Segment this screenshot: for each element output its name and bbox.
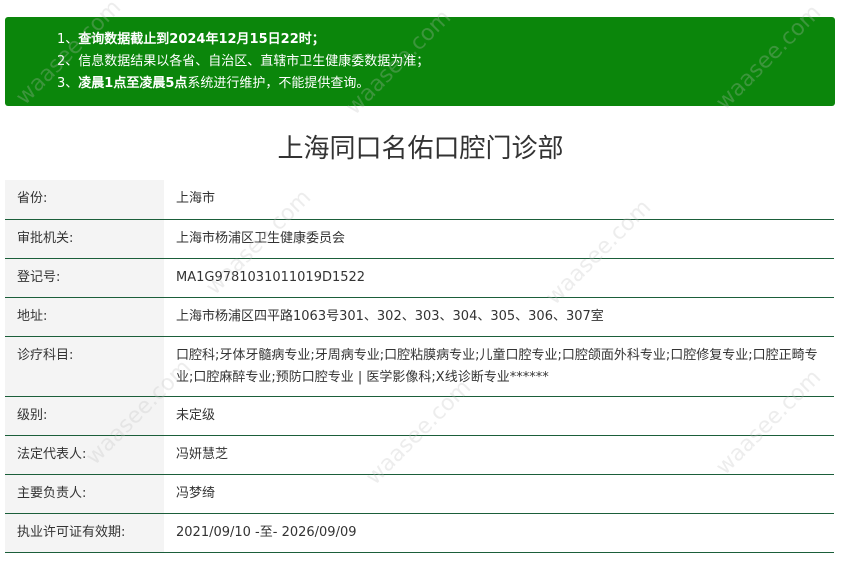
field-value: 上海市 [164, 180, 834, 220]
field-value: 冯妍慧芝 [164, 435, 834, 475]
field-value: 口腔科;牙体牙髓病专业;牙周病专业;口腔粘膜病专业;儿童口腔专业;口腔颌面外科专… [164, 336, 834, 397]
notice-line-3: 3、凌晨1点至凌晨5点系统进行维护，不能提供查询。 [57, 73, 835, 95]
table-row: 法定代表人: 冯妍慧芝 [5, 435, 834, 475]
notice-line-2: 2、信息数据结果以各省、自治区、直辖市卫生健康委数据为准； [57, 51, 835, 73]
notice-number: 1、 [57, 32, 79, 47]
notice-text: 信息数据结果以各省、自治区、直辖市卫生健康委数据为准； [78, 54, 430, 69]
field-value: 2021/09/10 -至- 2026/09/09 [164, 513, 834, 553]
notice-line-1: 1、查询数据截止到2024年12月15日22时； [57, 29, 835, 51]
field-label: 审批机关: [5, 219, 164, 259]
field-label: 级别: [5, 396, 164, 436]
field-label: 省份: [5, 180, 164, 220]
notice-text: 系统进行维护，不能提供查询。 [187, 76, 370, 91]
field-value: 冯梦绮 [164, 474, 834, 514]
field-value: 上海市杨浦区四平路1063号301、302、303、304、305、306、30… [164, 297, 834, 337]
table-row: 执业许可证有效期: 2021/09/10 -至- 2026/09/09 [5, 513, 834, 553]
field-label: 诊疗科目: [5, 336, 164, 397]
field-label: 主要负责人: [5, 474, 164, 514]
table-row: 诊疗科目: 口腔科;牙体牙髓病专业;牙周病专业;口腔粘膜病专业;儿童口腔专业;口… [5, 336, 834, 397]
notice-text-bold: 凌晨1点至凌晨5点 [78, 76, 188, 91]
field-value: 未定级 [164, 396, 834, 436]
table-row: 省份: 上海市 [5, 180, 834, 220]
notice-number: 3、 [57, 76, 79, 91]
info-table: 省份: 上海市 审批机关: 上海市杨浦区卫生健康委员会 登记号: MA1G978… [5, 180, 834, 553]
page-title: 上海同口名佑口腔门诊部 [277, 134, 564, 164]
notice-banner: 1、查询数据截止到2024年12月15日22时； 2、信息数据结果以各省、自治区… [5, 17, 835, 106]
field-label: 执业许可证有效期: [5, 513, 164, 553]
field-value: 上海市杨浦区卫生健康委员会 [164, 219, 834, 259]
table-row: 审批机关: 上海市杨浦区卫生健康委员会 [5, 219, 834, 259]
field-value: MA1G9781031011019D1522 [164, 258, 834, 298]
table-row: 级别: 未定级 [5, 396, 834, 436]
field-label: 法定代表人: [5, 435, 164, 475]
notice-text: 查询数据截止到2024年12月15日22时； [78, 32, 325, 47]
table-row: 地址: 上海市杨浦区四平路1063号301、302、303、304、305、30… [5, 297, 834, 337]
table-row: 主要负责人: 冯梦绮 [5, 474, 834, 514]
notice-number: 2、 [57, 54, 79, 69]
field-label: 地址: [5, 297, 164, 337]
field-label: 登记号: [5, 258, 164, 298]
table-row: 登记号: MA1G9781031011019D1522 [5, 258, 834, 298]
